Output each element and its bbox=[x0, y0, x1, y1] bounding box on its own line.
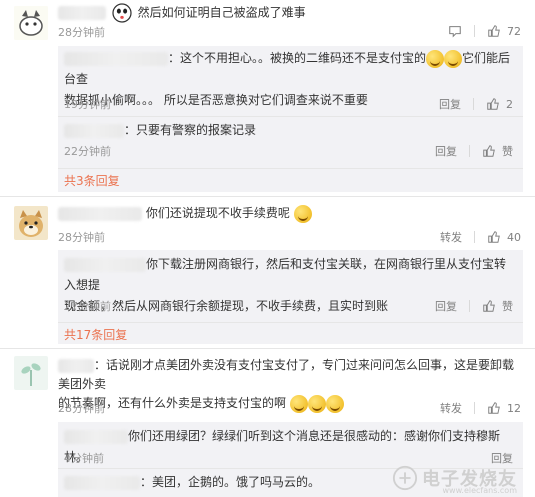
reply-text: 你们还用绿团？绿绿们听到这个消息还是很感动的：感谢你们支持穆斯林。 bbox=[64, 429, 501, 464]
replies-box: 你下载注册网商银行，然后和支付宝关联，在网商银行里从支付宝转入想提 现金额，然后… bbox=[58, 250, 523, 344]
like-icon[interactable] bbox=[487, 24, 501, 38]
emoji-icon bbox=[307, 394, 326, 413]
comment-body: 你们还说提现不收手续费呢 bbox=[58, 204, 312, 223]
reply-button[interactable]: 回复 bbox=[435, 143, 457, 159]
reply-ops: 回复 2 bbox=[439, 96, 513, 112]
comment-time: 28分钟前 bbox=[58, 26, 105, 39]
smile-emoji-icon bbox=[293, 204, 312, 223]
reply-ops: 回复 bbox=[491, 450, 513, 466]
avatar-cartoon-icon bbox=[14, 6, 48, 40]
more-replies-link[interactable]: 共17条回复 bbox=[64, 326, 127, 343]
laughing-emoji-icon bbox=[444, 49, 463, 68]
comment-1: 然后如何证明自己被盗成了难事 28分钟前 72 ：这个不用担心。。被换的二维码还… bbox=[0, 0, 535, 192]
divider bbox=[58, 168, 523, 169]
more-replies-link[interactable]: 共3条回复 bbox=[64, 172, 120, 189]
comment-time: 28分钟前 bbox=[58, 231, 105, 244]
like-count: 40 bbox=[507, 230, 521, 244]
comment-2: 你们还说提现不收手续费呢 28分钟前 转发 40 你下载注册网商银行，然后和支付… bbox=[0, 200, 535, 344]
comment-ops: 转发 12 bbox=[440, 400, 521, 416]
like-icon[interactable] bbox=[487, 401, 501, 415]
username-blurred[interactable] bbox=[58, 206, 142, 221]
username-blurred[interactable] bbox=[58, 358, 94, 373]
username-blurred[interactable] bbox=[64, 475, 140, 490]
like-count: 赞 bbox=[502, 145, 513, 158]
emoji-icon bbox=[289, 394, 308, 413]
laughing-emoji-icon bbox=[426, 49, 445, 68]
avatar-plant-icon bbox=[14, 356, 48, 390]
comment-text: 你们还说提现不收手续费呢 bbox=[145, 206, 290, 220]
avatar-dog-icon bbox=[14, 206, 48, 240]
reply-ops: 回复 赞 bbox=[435, 143, 513, 159]
reply-button[interactable]: 回复 bbox=[435, 298, 457, 314]
username-blurred[interactable] bbox=[64, 51, 168, 66]
reply-text: ：美团，企鹅的。饿了吗马云的。 bbox=[140, 475, 321, 489]
reply-body: 你们还用绿团？绿绿们听到这个消息还是很感动的：感谢你们支持穆斯林。 bbox=[64, 426, 515, 468]
reply-button[interactable]: 回复 bbox=[439, 96, 461, 112]
avatar[interactable] bbox=[14, 356, 48, 390]
username-blurred[interactable] bbox=[58, 6, 106, 20]
username-blurred[interactable] bbox=[64, 257, 146, 272]
like-count: 12 bbox=[507, 401, 521, 415]
reply-button[interactable]: 回复 bbox=[491, 450, 513, 466]
forward-icon[interactable] bbox=[448, 24, 462, 38]
reply-time: 19分钟前 bbox=[64, 98, 111, 111]
like-icon[interactable] bbox=[482, 144, 496, 158]
reply-1: 你下载注册网商银行，然后和支付宝关联，在网商银行里从支付宝转入想提 现金额，然后… bbox=[58, 250, 523, 322]
replies-box: ：这个不用担心。。被换的二维码还不是支付宝的 它们能后台查 数据抓小偷啊。。。 所… bbox=[58, 46, 523, 192]
comment-ops: 转发 40 bbox=[440, 229, 521, 245]
thread-divider bbox=[0, 196, 535, 197]
reply-time: 4分钟前 bbox=[64, 452, 104, 465]
forward-button[interactable]: 转发 bbox=[440, 229, 462, 245]
divider bbox=[58, 116, 523, 117]
reply-text: ：这个不用担心。。被换的二维码还不是支付宝的 bbox=[168, 51, 427, 65]
face-emoji-icon bbox=[112, 3, 132, 23]
reply-1: ：这个不用担心。。被换的二维码还不是支付宝的 它们能后台查 数据抓小偷啊。。。 所… bbox=[58, 46, 523, 112]
like-icon[interactable] bbox=[482, 299, 496, 313]
reply-text: ：只要有警察的报案记录 bbox=[124, 123, 257, 137]
like-count: 72 bbox=[507, 24, 521, 38]
avatar[interactable] bbox=[14, 6, 48, 40]
watermark-logo-icon bbox=[392, 465, 418, 491]
like-icon[interactable] bbox=[487, 230, 501, 244]
like-count: 2 bbox=[506, 97, 513, 111]
avatar[interactable] bbox=[14, 206, 48, 240]
forward-button[interactable]: 转发 bbox=[440, 400, 462, 416]
like-icon[interactable] bbox=[486, 97, 500, 111]
username-blurred[interactable] bbox=[64, 123, 124, 138]
reply-text-line2: 现金额，然后从网商银行余额提现，不收手续费，且实时到账 bbox=[64, 299, 389, 313]
reply-1: 你们还用绿团？绿绿们听到这个消息还是很感动的：感谢你们支持穆斯林。 4分钟前 回… bbox=[58, 422, 523, 466]
like-count: 赞 bbox=[502, 300, 513, 313]
reply-body: ：只要有警察的报案记录 bbox=[64, 120, 515, 141]
watermark: 电子发烧友 www.elecfans.com bbox=[392, 465, 517, 495]
reply-time: 27分钟前 bbox=[64, 300, 111, 313]
reply-2: ：只要有警察的报案记录 22分钟前 回复 赞 bbox=[58, 118, 523, 164]
username-blurred[interactable] bbox=[64, 429, 128, 444]
comment-body: 然后如何证明自己被盗成了难事 bbox=[58, 3, 306, 23]
comment-time: 28分钟前 bbox=[58, 402, 105, 415]
comment-text: ：话说刚才点美团外卖没有支付宝支付了，专门过来问问怎么回事，这是要卸载美团外卖 bbox=[58, 358, 515, 391]
comment-ops: 72 bbox=[448, 24, 521, 38]
reply-ops: 回复 赞 bbox=[435, 298, 513, 314]
divider bbox=[58, 322, 523, 323]
thread-divider bbox=[0, 348, 535, 349]
watermark-url: www.elecfans.com bbox=[442, 486, 518, 495]
reply-time: 22分钟前 bbox=[64, 145, 111, 158]
emoji-icon bbox=[325, 394, 344, 413]
comment-text: 然后如何证明自己被盗成了难事 bbox=[137, 5, 306, 20]
